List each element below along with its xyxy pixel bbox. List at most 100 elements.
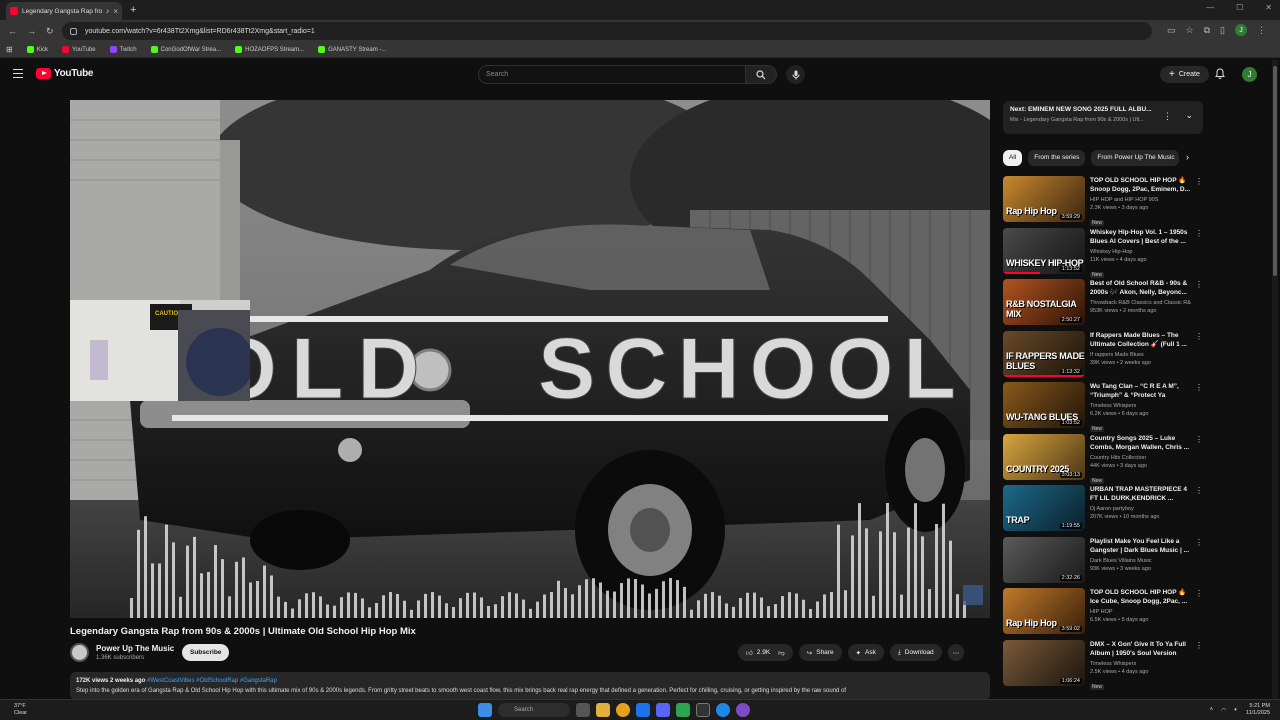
back-icon[interactable]: ← xyxy=(8,26,17,37)
app-icon-6[interactable] xyxy=(736,703,750,717)
recommendation-item[interactable]: WU-TANG BLUES 1:03:52 Wu Tang Clan – “C R … xyxy=(1003,382,1203,432)
filter-chip[interactable]: From the series xyxy=(1028,150,1086,166)
notifications-bell-icon[interactable] xyxy=(1215,68,1225,82)
recommendation-thumbnail[interactable]: COUNTRY 2025 3:03:13 xyxy=(1003,433,1085,480)
cast-icon[interactable]: ▭ xyxy=(1167,25,1176,36)
recommendation-thumbnail[interactable]: Rap Hip Hop 3:59:02 xyxy=(1003,588,1085,634)
app-icon-5[interactable] xyxy=(716,703,730,717)
recommendation-item[interactable]: WHISKEY HIP-HOP 1:13:52 Whiskey Hip-Hop Vo… xyxy=(1003,227,1203,278)
recommendation-channel[interactable]: Timeless Whispers xyxy=(1090,403,1191,409)
windows-start-icon[interactable] xyxy=(478,703,492,717)
youtube-logo[interactable]: YouTube xyxy=(36,68,94,79)
recommendation-item[interactable]: IF RAPPERS MADE BLUES 1:13:32 If Rappers M… xyxy=(1003,330,1203,378)
wifi-icon[interactable]: ◠ xyxy=(1221,707,1226,714)
more-vertical-icon[interactable]: ⋮ xyxy=(1195,538,1203,547)
close-tab-icon[interactable]: × xyxy=(113,7,118,16)
recommendation-thumbnail[interactable]: WHISKEY HIP-HOP 1:13:52 xyxy=(1003,227,1085,274)
recommendation-title[interactable]: Country Songs 2025 – Luke Combs, Morgan … xyxy=(1090,434,1191,453)
close-window-button[interactable]: ✕ xyxy=(1265,3,1272,12)
tray-chevron-icon[interactable]: ˄ xyxy=(1210,707,1214,713)
recommendation-thumbnail[interactable]: IF RAPPERS MADE BLUES 1:13:32 xyxy=(1003,330,1085,377)
recommendation-title[interactable]: Whiskey Hip-Hop Vol. 1 – 1950s Blues AI … xyxy=(1090,228,1191,247)
recommendation-title[interactable]: URBAN TRAP MASTERPIECE 4 FT LIL DURK,KEN… xyxy=(1090,485,1191,504)
recommendation-channel[interactable]: Dj Aaron partyboy xyxy=(1090,506,1191,512)
recommendation-item[interactable]: COUNTRY 2025 3:03:13 Country Songs 2025 – … xyxy=(1003,433,1203,484)
recommendation-thumbnail[interactable]: 2:32:26 xyxy=(1003,536,1085,583)
filter-chip[interactable]: From Power Up The Music xyxy=(1091,150,1180,166)
bookmark-item[interactable]: Twitch xyxy=(109,46,137,53)
app-icon-1[interactable] xyxy=(636,703,650,717)
playlist-next-panel[interactable]: Next: EMINEM NEW SONG 2025 FULL ALBU... … xyxy=(1003,101,1203,134)
download-button[interactable]: ⤓ Download xyxy=(889,644,942,661)
recommendation-item[interactable]: Rap Hip Hop 3:59:02 TOP OLD SCHOOL HIP HOP… xyxy=(1003,588,1203,635)
browser-menu-icon[interactable]: ⋮ xyxy=(1257,25,1266,36)
chrome-icon[interactable] xyxy=(616,703,630,717)
search-button[interactable] xyxy=(745,65,777,84)
site-info-icon[interactable] xyxy=(70,27,77,35)
taskbar-search[interactable]: Search xyxy=(498,703,570,717)
maximize-button[interactable]: ☐ xyxy=(1236,3,1243,12)
more-vertical-icon[interactable]: ⋮ xyxy=(1195,641,1203,650)
extensions-icon[interactable]: ⧉ xyxy=(1204,25,1210,36)
bookmark-item[interactable]: ConGodOfWar Strea... xyxy=(150,46,221,53)
recommendation-item[interactable]: TRAP 1:19:55 URBAN TRAP MASTERPIECE 4 FT L… xyxy=(1003,485,1203,532)
task-view-icon[interactable] xyxy=(576,703,590,717)
browser-profile-avatar[interactable]: J xyxy=(1235,24,1247,36)
bookmark-item[interactable]: YouTube xyxy=(62,46,96,53)
subscribe-button[interactable]: Subscribe xyxy=(182,644,230,661)
more-vertical-icon[interactable]: ⋮ xyxy=(1195,280,1203,289)
recommendation-title[interactable]: DMX – X Gon' Give It To Ya Full Album | … xyxy=(1090,640,1191,659)
hamburger-menu-icon[interactable] xyxy=(13,69,23,78)
app-icon-2[interactable] xyxy=(656,703,670,717)
more-vertical-icon[interactable]: ⋮ xyxy=(1195,435,1203,444)
app-icon-3[interactable] xyxy=(676,703,690,717)
bookmark-item[interactable]: HOZAOFPS Stream... xyxy=(235,46,304,53)
sidepanel-icon[interactable]: ▯ xyxy=(1220,25,1225,36)
more-vertical-icon[interactable]: ⋮ xyxy=(1163,111,1172,122)
url-bar[interactable]: youtube.com/watch?v=6r438Tt2Xmg&list=RD6… xyxy=(62,22,1152,40)
ask-button[interactable]: ✦ Ask xyxy=(847,644,884,661)
recommendation-title[interactable]: If Rappers Made Blues – The Ultimate Col… xyxy=(1090,331,1191,350)
recommendation-channel[interactable]: If rappers Made Blues xyxy=(1090,352,1191,358)
more-vertical-icon[interactable]: ⋮ xyxy=(1195,589,1203,598)
more-vertical-icon[interactable]: ⋮ xyxy=(1195,332,1203,341)
more-vertical-icon[interactable]: ⋮ xyxy=(1195,383,1203,392)
account-avatar[interactable]: J xyxy=(1242,67,1257,82)
recommendation-item[interactable]: Rap Hip Hop 3:59:29 TOP OLD SCHOOL HIP HOP… xyxy=(1003,176,1203,226)
recommendation-thumbnail[interactable]: TRAP 1:19:55 xyxy=(1003,485,1085,531)
more-actions-button[interactable]: ⋯ xyxy=(947,644,965,661)
recommendation-item[interactable]: 1:06:24 DMX – X Gon' Give It To Ya Full A… xyxy=(1003,639,1203,690)
bookmark-item[interactable]: GANASTY Stream -... xyxy=(318,46,386,53)
volume-icon[interactable]: 🔈︎ xyxy=(1234,707,1238,714)
recommendation-title[interactable]: TOP OLD SCHOOL HIP HOP 🔥 Ice Cube, Snoop… xyxy=(1090,588,1191,607)
file-explorer-icon[interactable] xyxy=(596,703,610,717)
recommendation-item[interactable]: 2:32:26 Playlist Make You Feel Like a Gan… xyxy=(1003,536,1203,584)
recommendation-thumbnail[interactable]: R&B NOSTALGIA MIX 2:50:27 xyxy=(1003,279,1085,325)
description-box[interactable]: 172K views 2 weeks ago #WestCoastVibes #… xyxy=(70,672,990,700)
scrollbar-thumb[interactable] xyxy=(1273,66,1277,276)
recommendation-thumbnail[interactable]: Rap Hip Hop 3:59:29 xyxy=(1003,176,1085,222)
more-vertical-icon[interactable]: ⋮ xyxy=(1195,229,1203,238)
minimize-button[interactable]: — xyxy=(1206,3,1214,12)
chevron-right-icon[interactable]: › xyxy=(1186,152,1189,162)
apps-grid-icon[interactable]: ⊞ xyxy=(6,45,13,54)
channel-avatar[interactable] xyxy=(70,643,89,662)
filter-chip[interactable]: All xyxy=(1003,150,1023,166)
new-tab-button[interactable]: + xyxy=(130,4,136,16)
recommendation-title[interactable]: Best of Old School R&B - 90s & 2000s 🎶 A… xyxy=(1090,279,1191,298)
browser-tab-active[interactable]: Legendary Gangsta Rap fro... ♪ × xyxy=(6,2,122,20)
bookmark-star-icon[interactable]: ☆ xyxy=(1186,25,1194,36)
chevron-down-icon[interactable]: ⌄ xyxy=(1185,110,1193,121)
recommendation-channel[interactable]: Country Hits Collection xyxy=(1090,455,1191,461)
share-button[interactable]: ↪ Share xyxy=(798,644,842,661)
recommendation-item[interactable]: R&B NOSTALGIA MIX 2:50:27 Best of Old Scho… xyxy=(1003,279,1203,326)
hashtags[interactable]: #WestCoastVibes #OldSchoolRap #GangstaRa… xyxy=(147,678,277,684)
recommendation-channel[interactable]: HIP HOP and HIP HOP 90S xyxy=(1090,197,1191,203)
dislike-button[interactable]: 👎︎ xyxy=(778,649,785,657)
recommendation-channel[interactable]: Whiskey Hip-Hop xyxy=(1090,249,1191,255)
video-player[interactable]: OLD SCHOOL CAUTION xyxy=(70,100,990,618)
forward-icon[interactable]: → xyxy=(27,26,36,37)
recommendation-thumbnail[interactable]: WU-TANG BLUES 1:03:52 xyxy=(1003,382,1085,428)
recommendation-channel[interactable]: Dark Blues Villains Music xyxy=(1090,558,1191,564)
reload-icon[interactable]: ↻ xyxy=(46,26,54,37)
